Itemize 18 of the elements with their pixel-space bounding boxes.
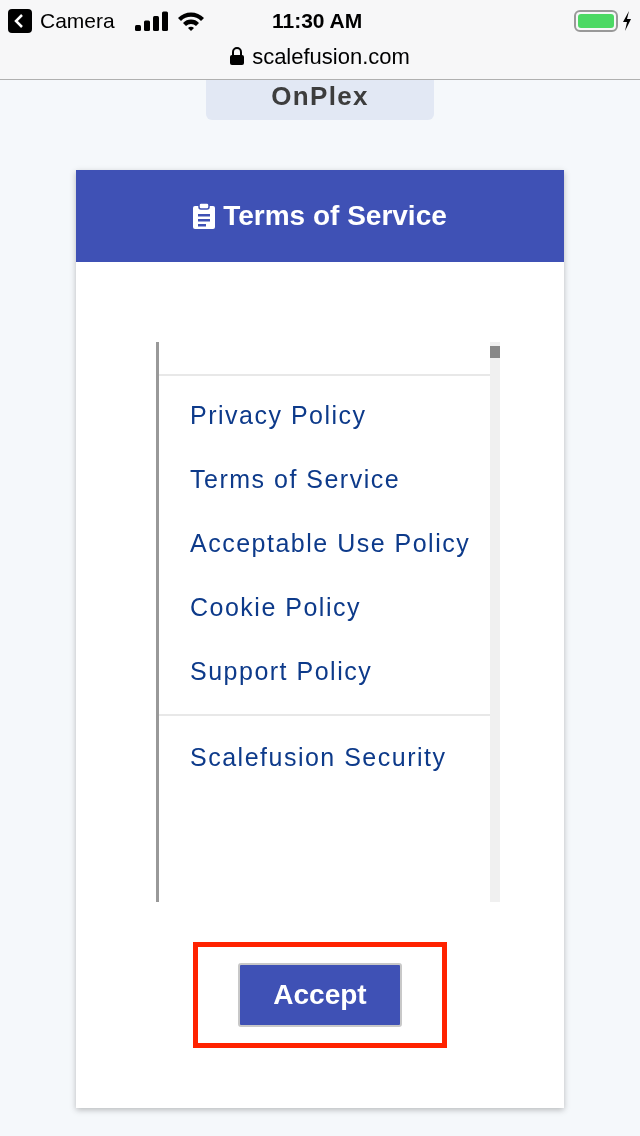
policy-link[interactable]: Scalefusion Security: [190, 739, 447, 777]
policy-link[interactable]: Support Policy: [190, 653, 373, 691]
status-time: 11:30 AM: [272, 8, 363, 35]
clipboard-icon: [193, 203, 216, 229]
policy-link[interactable]: Terms of Service: [190, 461, 401, 499]
scrollbar[interactable]: [490, 342, 500, 902]
back-label[interactable]: Camera: [40, 5, 115, 37]
brand-badge: OnPlex: [206, 80, 434, 120]
policy-link[interactable]: Acceptable Use Policy: [190, 525, 471, 563]
dialog-title: Terms of Service: [223, 199, 447, 233]
wifi-icon: [176, 11, 205, 31]
accept-button[interactable]: Accept: [238, 963, 402, 1027]
signal-icon: [134, 11, 169, 31]
policy-link[interactable]: Cookie Policy: [190, 589, 361, 627]
policy-link[interactable]: Privacy Policy: [190, 397, 367, 435]
url-text[interactable]: scalefusion.com: [252, 39, 410, 73]
battery-icon: [574, 10, 618, 32]
back-icon[interactable]: [8, 9, 32, 33]
